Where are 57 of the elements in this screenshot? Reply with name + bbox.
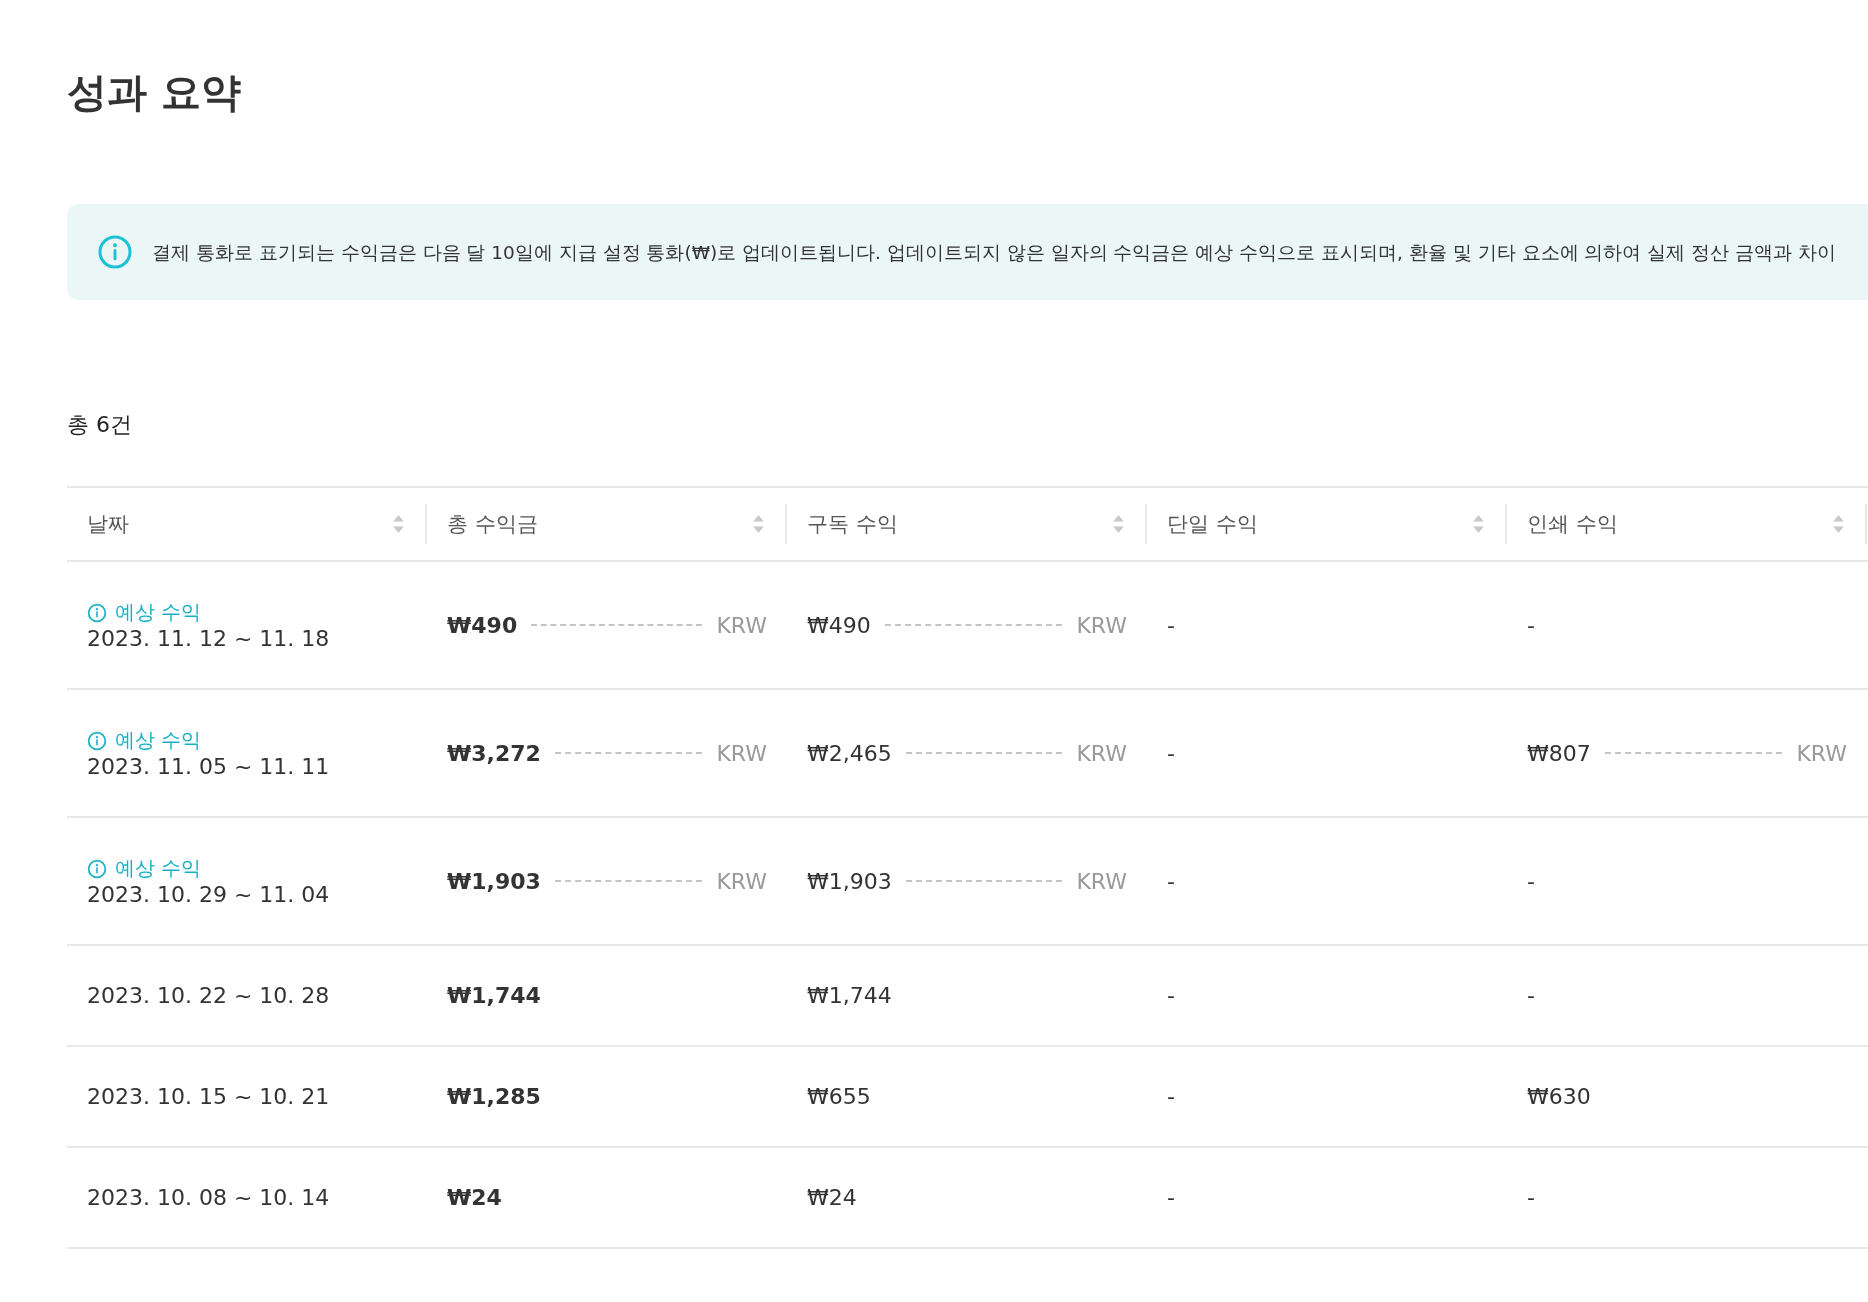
estimate-label: 예상 수익	[87, 855, 202, 882]
currency-code: KRW	[1076, 868, 1127, 894]
column-header[interactable]: 날짜	[67, 504, 427, 544]
column-header[interactable]: 총 수익금	[427, 504, 787, 544]
date-range: 2023. 11. 12 ~ 11. 18	[87, 626, 330, 651]
date-range: 2023. 10. 15 ~ 10. 21	[87, 1084, 330, 1109]
info-icon	[87, 858, 107, 879]
page-title: 성과 요약	[67, 68, 242, 117]
amount-value: -	[1527, 983, 1535, 1008]
amount-value: ₩1,285	[447, 1084, 541, 1109]
amount-value: -	[1167, 868, 1175, 894]
sort-icon	[1112, 513, 1125, 535]
sort-icon	[1832, 513, 1845, 535]
currency-code: KRW	[716, 740, 767, 766]
amount-value: -	[1527, 1185, 1535, 1210]
date-range: 2023. 10. 29 ~ 11. 04	[87, 882, 330, 907]
amount-value: ₩655	[807, 1084, 871, 1109]
info-icon	[87, 730, 107, 751]
amount-value: -	[1167, 983, 1175, 1008]
amount-value: -	[1167, 612, 1175, 638]
currency-code: KRW	[1076, 612, 1127, 638]
amount-value: ₩490	[447, 612, 518, 638]
amount-value: ₩1,903	[447, 868, 541, 894]
amount-value: -	[1167, 1084, 1175, 1109]
currency-code: KRW	[716, 868, 767, 894]
amount-value: ₩807	[1527, 740, 1591, 766]
date-range: 2023. 10. 08 ~ 10. 14	[87, 1185, 330, 1210]
column-header[interactable]: 인쇄 수익	[1507, 504, 1867, 544]
estimate-label: 예상 수익	[87, 727, 202, 754]
amount-value: -	[1527, 868, 1535, 894]
sort-icon	[1472, 513, 1485, 535]
amount-value: ₩1,744	[447, 983, 541, 1008]
amount-value: ₩24	[807, 1185, 857, 1210]
amount-value: ₩490	[807, 612, 871, 638]
amount-value: ₩24	[447, 1185, 502, 1210]
column-header[interactable]: 구독 수익	[787, 504, 1147, 544]
date-range: 2023. 10. 22 ~ 10. 28	[87, 983, 330, 1008]
estimate-label: 예상 수익	[87, 599, 202, 626]
amount-value: ₩2,465	[807, 740, 892, 766]
column-header[interactable]: 단일 수익	[1147, 504, 1507, 544]
sort-icon	[752, 513, 765, 535]
amount-value: -	[1167, 740, 1175, 766]
date-range: 2023. 11. 05 ~ 11. 11	[87, 754, 330, 779]
sort-icon	[392, 513, 405, 535]
amount-value: ₩630	[1527, 1084, 1591, 1109]
amount-value: -	[1527, 612, 1535, 638]
notice-text: 결제 통화로 표기되는 수익금은 다음 달 10일에 지급 설정 통화(₩)로 업데이트됩니다. 업데이트되지 않은 일자의 수익금은 예상 수익으로 표시되며, 환율 및 기타 요소에 의하여 실제 정산 금액과 차이	[152, 240, 1836, 265]
amount-value: ₩1,903	[807, 868, 892, 894]
currency-code: KRW	[1076, 740, 1127, 766]
currency-code: KRW	[716, 612, 767, 638]
amount-value: ₩1,744	[807, 983, 892, 1008]
info-icon	[97, 234, 133, 270]
info-icon	[87, 602, 107, 623]
currency-code: KRW	[1796, 740, 1847, 766]
total-count: 총 6건	[67, 411, 133, 439]
amount-value: ₩3,272	[447, 740, 541, 766]
amount-value: -	[1167, 1185, 1175, 1210]
